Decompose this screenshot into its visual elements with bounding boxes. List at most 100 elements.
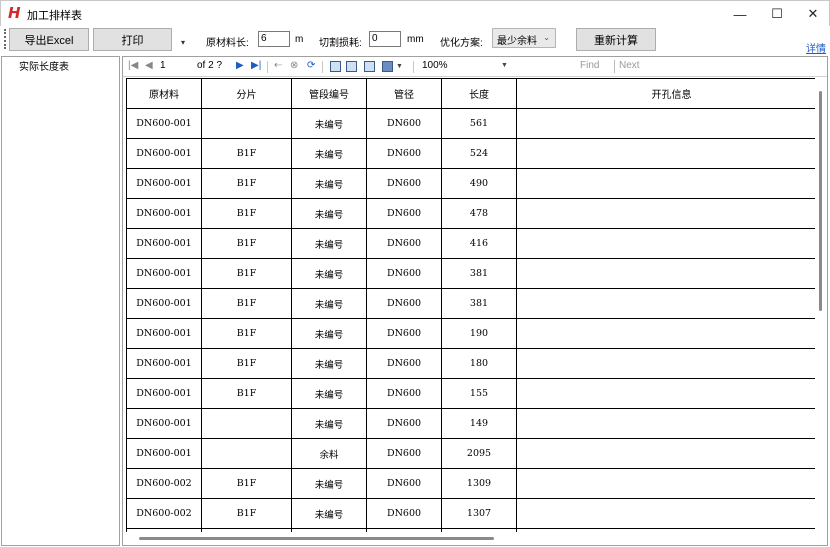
table-cell: 1309 <box>441 468 517 499</box>
table-cell: DN600 <box>366 348 442 379</box>
table-cell <box>516 198 815 229</box>
export-dropdown-icon[interactable]: ▼ <box>396 63 403 70</box>
recalculate-button[interactable]: 重新计算 <box>576 28 656 51</box>
page-setup-icon[interactable] <box>364 61 375 72</box>
table-cell: DN600-002 <box>126 498 202 529</box>
print-icon[interactable] <box>330 61 341 72</box>
cut-loss-input[interactable]: 0 <box>369 31 401 47</box>
next-page-icon[interactable]: ▶ <box>236 60 244 71</box>
vertical-scrollbar[interactable] <box>816 78 827 533</box>
table-cell: B1F <box>201 138 292 169</box>
table-row: DN600-001 B1F 未编号 DN600 155 <box>126 378 815 409</box>
table-cell <box>516 378 815 409</box>
table-cell <box>201 108 292 139</box>
zoom-select[interactable]: 100% <box>422 60 448 71</box>
material-length-label: 原材料长: <box>206 38 249 49</box>
app-logo-icon: H <box>8 4 21 22</box>
find-link[interactable]: Find <box>580 60 599 71</box>
back-icon[interactable]: ⇠ <box>274 60 282 71</box>
prev-page-icon[interactable]: ◀ <box>145 60 153 71</box>
table-cell: B1F <box>201 468 292 499</box>
page-number-input[interactable]: 1 <box>160 60 166 71</box>
table-cell: B1F <box>201 498 292 529</box>
table-cell: 未编号 <box>291 108 367 139</box>
table-cell: B1F <box>201 228 292 259</box>
nav-divider <box>413 61 414 73</box>
chevron-down-icon: ⌄ <box>543 33 550 42</box>
layout-table: 原材料 分片 管段编号 管径 长度 开孔信息 DN600-001 未编号 DN600… <box>126 78 815 532</box>
optimize-label: 优化方案: <box>440 38 483 49</box>
toolbar-grip[interactable] <box>4 29 6 49</box>
find-next-link[interactable]: Next <box>619 60 640 71</box>
table-cell <box>516 258 815 289</box>
column-header: 原材料 <box>126 78 202 109</box>
print-button[interactable]: 打印 <box>93 28 172 51</box>
table-cell: DN600 <box>366 228 442 259</box>
first-page-icon[interactable]: |◀ <box>128 60 138 71</box>
detail-link[interactable]: 详情 <box>806 40 826 55</box>
table-cell <box>516 438 815 469</box>
zoom-chevron-icon[interactable]: ▼ <box>501 62 508 69</box>
refresh-icon[interactable]: ⟳ <box>307 60 315 71</box>
table-cell: 未编号 <box>291 138 367 169</box>
table-cell: B1F <box>201 198 292 229</box>
table-cell: DN600 <box>366 258 442 289</box>
optimize-select-value: 最少余料 <box>497 36 537 47</box>
minimize-button[interactable]: — <box>721 1 759 27</box>
table-cell: 561 <box>441 108 517 139</box>
report-tree: 实际长度表 <box>1 56 120 546</box>
table-cell: 未编号 <box>291 258 367 289</box>
toolbar-overflow-icon[interactable]: ▾ <box>181 38 185 47</box>
table-cell: 2095 <box>441 438 517 469</box>
table-row: DN600-001 B1F 未编号 DN600 416 <box>126 228 815 259</box>
table-cell: 余料 <box>291 438 367 469</box>
table-cell: DN600-001 <box>126 138 202 169</box>
table-row: DN600-001 B1F 未编号 DN600 381 <box>126 288 815 319</box>
maximize-button[interactable]: ☐ <box>758 1 796 27</box>
table-cell <box>516 288 815 319</box>
export-excel-button[interactable]: 导出Excel <box>9 28 89 51</box>
table-header-row: 原材料 分片 管段编号 管径 长度 开孔信息 <box>126 78 815 109</box>
table-cell: 未编号 <box>291 318 367 349</box>
table-cell <box>516 498 815 529</box>
table-cell: DN600 <box>366 138 442 169</box>
table-cell <box>516 108 815 139</box>
cut-loss-label: 切割损耗: <box>319 38 362 49</box>
page-count: of 2 ? <box>197 60 223 71</box>
optimize-select[interactable]: 最少余料 ⌄ <box>492 28 556 48</box>
report-page: 原材料 分片 管段编号 管径 长度 开孔信息 DN600-001 未编号 DN600… <box>126 78 815 532</box>
table-row: DN600-001 B1F 未编号 DN600 190 <box>126 318 815 349</box>
column-header: 管段编号 <box>291 78 367 109</box>
table-cell: 524 <box>441 138 517 169</box>
table-row: DN600-001 B1F 未编号 DN600 381 <box>126 258 815 289</box>
table-row: DN600-001 未编号 DN600 149 <box>126 408 815 439</box>
table-cell: 未编号 <box>291 228 367 259</box>
table-cell: B1F <box>201 348 292 379</box>
horizontal-scroll-thumb[interactable] <box>139 537 494 540</box>
table-cell: DN600-001 <box>126 318 202 349</box>
table-cell: 未编号 <box>291 288 367 319</box>
table-cell: DN600-001 <box>126 198 202 229</box>
table-cell: 未编号 <box>291 198 367 229</box>
tree-item-actual-length[interactable]: 实际长度表 <box>19 58 69 73</box>
column-header: 开孔信息 <box>516 78 815 109</box>
table-cell: 未编号 <box>291 378 367 409</box>
close-button[interactable]: ✕ <box>794 1 830 27</box>
last-page-icon[interactable]: ▶| <box>251 60 261 71</box>
vertical-scroll-thumb[interactable] <box>819 91 822 311</box>
table-cell <box>201 438 292 469</box>
table-row: DN600-002 B1F 未编号 DN600 1307 <box>126 498 815 529</box>
table-row: DN600-001 B1F 未编号 DN600 180 <box>126 348 815 379</box>
horizontal-scrollbar[interactable] <box>123 532 816 545</box>
table-cell <box>516 168 815 199</box>
toolbar: 导出Excel 打印 ▾ 原材料长: 6 m 切割损耗: 0 mm 优化方案: … <box>0 26 830 56</box>
material-length-input[interactable]: 6 <box>258 31 290 47</box>
report-viewer: |◀ ◀ 1 of 2 ? ▶ ▶| ⇠ ⊗ ⟳ ▼ 100% ▼ Find N… <box>122 56 828 546</box>
print-layout-icon[interactable] <box>346 61 357 72</box>
export-icon[interactable] <box>382 61 393 72</box>
find-divider <box>614 60 615 73</box>
table-row: DN600-001 余料 DN600 2095 <box>126 438 815 469</box>
stop-icon[interactable]: ⊗ <box>290 60 298 71</box>
table-cell: DN600 <box>366 408 442 439</box>
table-cell <box>516 228 815 259</box>
